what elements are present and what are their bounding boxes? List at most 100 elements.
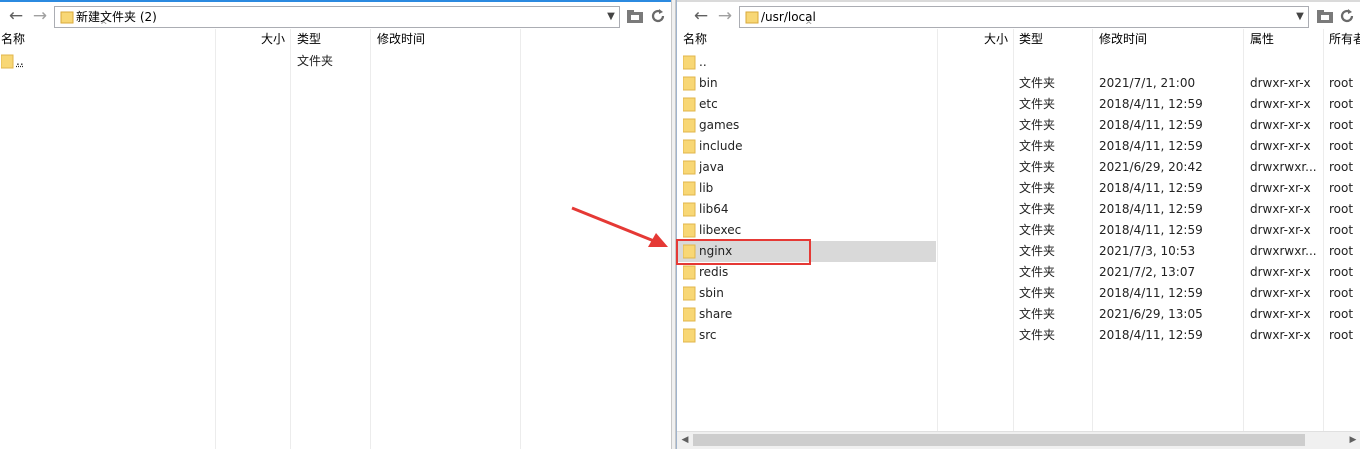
file-modified: 2018/4/11, 12:59 <box>1099 139 1203 153</box>
file-name: include <box>699 139 743 153</box>
folder-icon <box>683 76 696 91</box>
folder-icon <box>683 286 696 301</box>
file-name: etc <box>699 97 718 111</box>
file-modified: 2021/6/29, 13:05 <box>1099 307 1203 321</box>
address-bar[interactable]: 新建文件夹 (2) ▼ <box>54 6 620 28</box>
folder-icon <box>683 265 696 280</box>
header-modified[interactable]: 修改时间 <box>1099 29 1147 49</box>
file-modified: 2018/4/11, 12:59 <box>1099 223 1203 237</box>
list-item[interactable]: java 文件夹 2021/6/29, 20:42 drwxrwxr... root <box>677 157 1360 178</box>
file-modified: 2018/4/11, 12:59 <box>1099 181 1203 195</box>
forward-arrow-icon[interactable]: → <box>30 7 50 25</box>
column-divider <box>520 29 521 449</box>
pane-top-accent <box>0 0 671 2</box>
file-owner: root <box>1329 328 1354 342</box>
file-owner: root <box>1329 139 1354 153</box>
scroll-left-icon[interactable]: ◀ <box>677 432 693 449</box>
folder-icon <box>683 160 696 175</box>
folder-icon <box>683 55 696 70</box>
address-text: 新建文件夹 (2) <box>76 10 157 24</box>
file-owner: root <box>1329 181 1354 195</box>
list-item[interactable]: libexec 文件夹 2018/4/11, 12:59 drwxr-xr-x root <box>677 220 1360 241</box>
file-modified: 2021/7/2, 13:07 <box>1099 265 1196 279</box>
folder-icon <box>683 118 696 133</box>
chevron-down-icon[interactable]: ▼ <box>1292 7 1308 27</box>
list-item[interactable]: lib 文件夹 2018/4/11, 12:59 drwxr-xr-x root <box>677 178 1360 199</box>
refresh-icon[interactable] <box>648 7 668 25</box>
address-bar[interactable]: /usr/local ▼ <box>739 6 1309 28</box>
folder-icon <box>683 139 696 154</box>
column-divider <box>290 29 291 449</box>
file-attributes: drwxr-xr-x <box>1250 181 1311 195</box>
list-item[interactable]: share 文件夹 2021/6/29, 13:05 drwxr-xr-x root <box>677 304 1360 325</box>
sort-up-icon: ^ <box>805 21 813 31</box>
header-owner[interactable]: 所有者 <box>1329 29 1360 49</box>
column-divider <box>370 29 371 449</box>
file-type: 文件夹 <box>1019 160 1056 174</box>
file-owner: root <box>1329 244 1354 258</box>
header-size[interactable]: 大小 <box>984 29 1008 49</box>
file-attributes: drwxr-xr-x <box>1250 286 1311 300</box>
forward-arrow-icon[interactable]: → <box>715 7 735 25</box>
header-type[interactable]: 类型 <box>297 29 321 49</box>
file-type: 文件夹 <box>1019 265 1056 279</box>
list-item[interactable]: bin 文件夹 2021/7/1, 21:00 drwxr-xr-x root <box>677 73 1360 94</box>
header-attributes[interactable]: 属性 <box>1250 29 1274 49</box>
file-name: bin <box>699 76 718 90</box>
chevron-down-icon[interactable]: ▼ <box>603 7 619 27</box>
list-item[interactable]: redis 文件夹 2021/7/2, 13:07 drwxr-xr-x root <box>677 262 1360 283</box>
file-modified: 2018/4/11, 12:59 <box>1099 286 1203 300</box>
file-type: 文件夹 <box>1019 97 1056 111</box>
header-name[interactable]: 名称 <box>683 29 707 49</box>
header-type[interactable]: 类型 <box>1019 29 1043 49</box>
right-toolbar: ← → /usr/local ▼ <box>677 3 1360 29</box>
list-item[interactable]: .. <box>677 52 1360 73</box>
list-item[interactable]: .. 文件夹 <box>0 51 671 72</box>
header-modified[interactable]: 修改时间 <box>377 29 425 49</box>
file-type: 文件夹 <box>1019 223 1056 237</box>
horizontal-scrollbar[interactable]: ◀ ▶ <box>677 431 1360 449</box>
file-owner: root <box>1329 97 1354 111</box>
file-attributes: drwxr-xr-x <box>1250 76 1311 90</box>
list-item[interactable]: games 文件夹 2018/4/11, 12:59 drwxr-xr-x root <box>677 115 1360 136</box>
file-modified: 2021/7/1, 21:00 <box>1099 76 1196 90</box>
list-item[interactable]: include 文件夹 2018/4/11, 12:59 drwxr-xr-x root <box>677 136 1360 157</box>
header-name[interactable]: 名称 <box>1 29 25 49</box>
refresh-icon[interactable] <box>1337 7 1357 25</box>
file-owner: root <box>1329 202 1354 216</box>
folder-icon <box>683 223 696 238</box>
file-attributes: drwxr-xr-x <box>1250 265 1311 279</box>
new-folder-icon[interactable] <box>1315 7 1335 25</box>
scrollbar-thumb[interactable] <box>693 434 1305 446</box>
header-size[interactable]: 大小 <box>261 29 285 49</box>
scroll-right-icon[interactable]: ▶ <box>1345 432 1360 449</box>
list-item[interactable]: etc 文件夹 2018/4/11, 12:59 drwxr-xr-x root <box>677 94 1360 115</box>
folder-icon <box>683 97 696 112</box>
folder-icon <box>683 307 696 322</box>
file-name: sbin <box>699 286 724 300</box>
file-name: redis <box>699 265 729 279</box>
new-folder-icon[interactable] <box>625 7 645 25</box>
file-type: 文件夹 <box>1019 181 1056 195</box>
file-type: 文件夹 <box>1019 286 1056 300</box>
list-item[interactable]: src 文件夹 2018/4/11, 12:59 drwxr-xr-x root <box>677 325 1360 346</box>
annotation-arrow-icon <box>571 206 668 247</box>
back-arrow-icon[interactable]: ← <box>6 7 26 25</box>
file-owner: root <box>1329 76 1354 90</box>
folder-icon <box>745 11 759 24</box>
file-name: java <box>699 160 725 174</box>
folder-icon <box>60 11 74 24</box>
file-attributes: drwxr-xr-x <box>1250 97 1311 111</box>
column-header: 名称 ^ 大小 类型 修改时间 属性 所有者 <box>677 21 1360 49</box>
back-arrow-icon[interactable]: ← <box>691 7 711 25</box>
file-modified: 2021/7/3, 10:53 <box>1099 244 1196 258</box>
folder-icon <box>1 54 14 69</box>
file-name: src <box>699 328 717 342</box>
file-modified: 2018/4/11, 12:59 <box>1099 118 1203 132</box>
list-item[interactable]: lib64 文件夹 2018/4/11, 12:59 drwxr-xr-x root <box>677 199 1360 220</box>
list-item[interactable]: sbin 文件夹 2018/4/11, 12:59 drwxr-xr-x root <box>677 283 1360 304</box>
file-attributes: drwxr-xr-x <box>1250 118 1311 132</box>
file-attributes: drwxr-xr-x <box>1250 139 1311 153</box>
file-attributes: drwxr-xr-x <box>1250 307 1311 321</box>
file-attributes: drwxrwxr... <box>1250 244 1317 258</box>
